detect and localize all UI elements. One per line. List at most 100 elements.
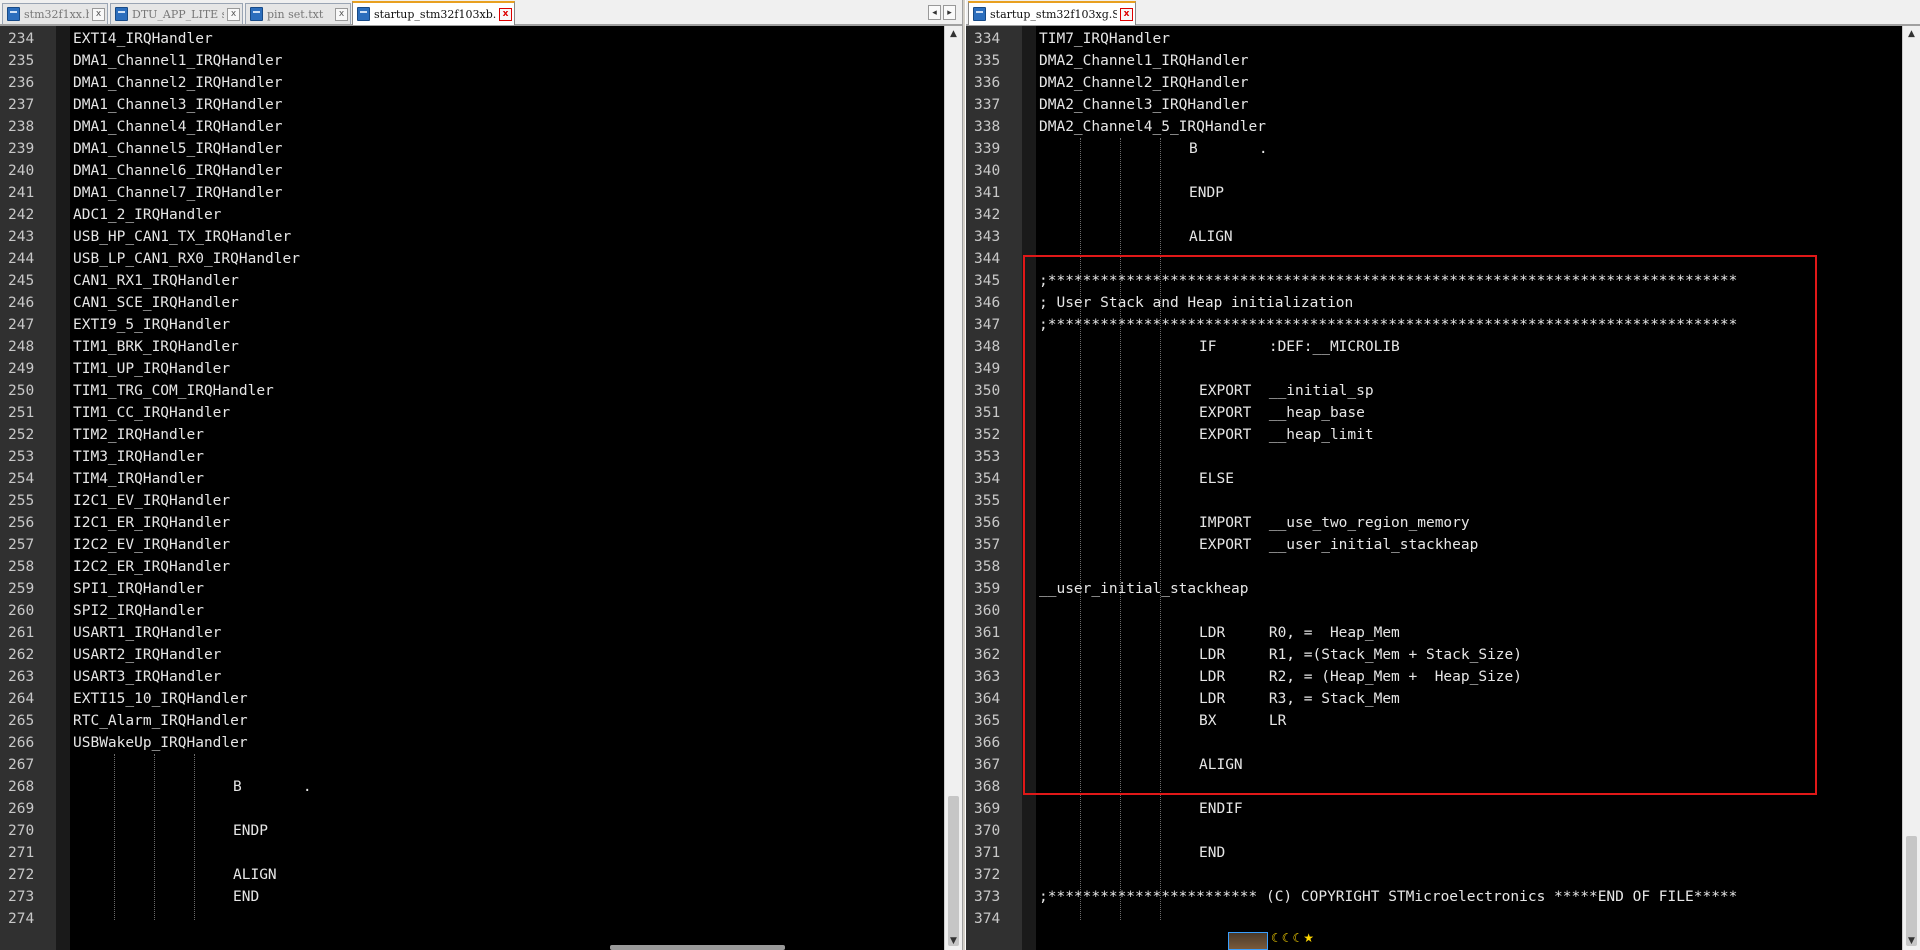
line-number: 335 [974,53,1001,69]
close-tab-icon[interactable]: x [1120,7,1133,21]
left-code-area[interactable]: EXTI4_IRQHandler DMA1_Channel1_IRQHandler… [70,26,944,950]
left-vertical-scrollbar[interactable]: ▲ ▼ [944,26,962,950]
line-number: 234 [8,31,35,47]
code-line: ADC1_2_IRQHandler [73,207,222,223]
code-line: ; User Stack and Heap initialization [1039,295,1354,311]
line-number: 363 [974,669,1001,685]
line-number: 352 [974,427,1001,443]
tab-scroll-right-icon[interactable]: ▸ [943,5,956,20]
tab-startup-stm32f103xg-s[interactable]: startup_stm32f103xg.S x [968,1,1136,25]
indent-guide [1080,138,1081,920]
right-code-area[interactable]: TIM7_IRQHandler DMA2_Channel1_IRQHandler D… [1036,26,1902,950]
tab-label: startup_stm32f103xb.S [374,7,496,21]
horizontal-scroll-thumb[interactable] [610,945,785,950]
line-number: 244 [8,251,35,267]
line-number: 369 [974,801,1001,817]
code-line: DMA1_Channel6_IRQHandler [73,163,283,179]
line-number: 334 [974,31,1001,47]
line-number: 248 [8,339,35,355]
scroll-down-arrow-icon[interactable]: ▼ [945,933,962,950]
code-line: ENDP [233,823,268,839]
line-number: 374 [974,911,1001,927]
code-line: TIM1_BRK_IRQHandler [73,339,239,355]
line-number: 255 [8,493,35,509]
tab-pin-set-txt[interactable]: pin set.txt x [245,3,351,24]
line-number: 270 [8,823,35,839]
line-number: 235 [8,53,35,69]
tab-scroll-left-icon[interactable]: ◂ [928,5,941,20]
code-line: USB_HP_CAN1_TX_IRQHandler [73,229,292,245]
tab-startup-stm32f103xb-s[interactable]: startup_stm32f103xb.S x [352,1,515,25]
code-line: LDR R3, = Stack_Mem [1199,691,1400,707]
line-number: 345 [974,273,1001,289]
code-line: DMA2_Channel2_IRQHandler [1039,75,1249,91]
line-number: 253 [8,449,35,465]
right-vertical-scrollbar[interactable]: ▲ ▼ [1902,26,1920,950]
tab-dtu-app-lite-set[interactable]: DTU_APP_LITE setx [110,3,243,24]
code-line: TIM4_IRQHandler [73,471,204,487]
file-icon [115,7,128,21]
line-number: 249 [8,361,35,377]
line-number: 252 [8,427,35,443]
scroll-down-arrow-icon[interactable]: ▼ [1903,933,1920,950]
close-tab-icon[interactable]: x [92,7,105,21]
code-line: TIM7_IRQHandler [1039,31,1170,47]
line-number: 245 [8,273,35,289]
code-line: ENDIF [1199,801,1243,817]
line-number: 273 [8,889,35,905]
code-line: USART2_IRQHandler [73,647,222,663]
indent-guide [1160,138,1161,920]
line-number: 368 [974,779,1001,795]
code-line: ;***************************************… [1039,273,1738,289]
line-number: 373 [974,889,1001,905]
tab-label: DTU_APP_LITE set [132,7,224,21]
line-number: 337 [974,97,1001,113]
left-tab-bar: stm32f1xx.hxDTU_APP_LITE setxpin set.txt… [0,0,962,26]
code-line: I2C2_EV_IRQHandler [73,537,231,553]
file-icon [973,7,986,21]
left-line-number-gutter: 234 235 236 237 238 239 240 241 242 243 244 245 246 2… [0,26,56,950]
indent-guide [114,754,115,920]
line-number: 347 [974,317,1001,333]
line-number: 336 [974,75,1001,91]
file-icon [357,7,370,21]
taskbar-thumbnail[interactable] [1228,932,1268,950]
line-number: 254 [8,471,35,487]
line-number: 358 [974,559,1001,575]
scroll-thumb[interactable] [1906,836,1917,946]
line-number: 251 [8,405,35,421]
line-number: 258 [8,559,35,575]
line-number: 361 [974,625,1001,641]
line-number: 362 [974,647,1001,663]
line-number: 344 [974,251,1001,267]
line-number: 372 [974,867,1001,883]
line-number: 246 [8,295,35,311]
line-number: 367 [974,757,1001,773]
line-number: 241 [8,185,35,201]
code-line: ;************************ (C) COPYRIGHT … [1039,889,1738,905]
indent-guide [194,754,195,920]
scroll-thumb[interactable] [948,796,959,946]
line-number: 364 [974,691,1001,707]
code-line: USART3_IRQHandler [73,669,222,685]
code-line: SPI2_IRQHandler [73,603,204,619]
scroll-up-arrow-icon[interactable]: ▲ [1903,26,1920,43]
right-line-number-gutter: 334 335 336 337 338 339 340 341 342 343 344 345 346 3… [966,26,1022,950]
code-line: DMA2_Channel3_IRQHandler [1039,97,1249,113]
close-tab-icon[interactable]: x [335,7,348,21]
scroll-up-arrow-icon[interactable]: ▲ [945,26,962,43]
code-line: TIM1_UP_IRQHandler [73,361,231,377]
tab-label: stm32f1xx.h [24,7,89,21]
close-tab-icon[interactable]: x [227,7,240,21]
right-editor-pane: startup_stm32f103xg.S x 334 335 336 337 338 33… [966,0,1920,950]
line-number: 250 [8,383,35,399]
close-tab-icon[interactable]: x [499,7,512,21]
code-line: ;***************************************… [1039,317,1738,333]
line-number: 272 [8,867,35,883]
line-number: 355 [974,493,1001,509]
tab-stm32f1xx-h[interactable]: stm32f1xx.h x [2,3,108,24]
line-number: 350 [974,383,1001,399]
line-number: 240 [8,163,35,179]
file-icon [250,7,263,21]
code-line: ELSE [1199,471,1234,487]
